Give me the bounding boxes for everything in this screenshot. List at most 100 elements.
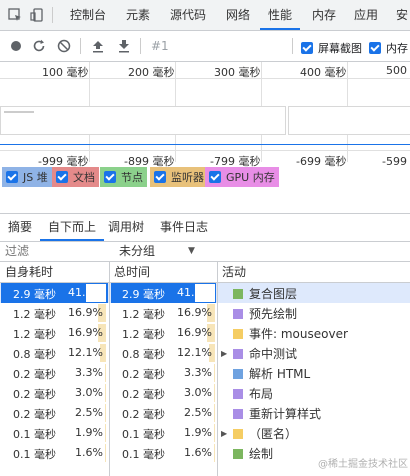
self-percent-text: 3.3%	[75, 366, 103, 379]
legend-nodes[interactable]: 节点	[100, 167, 147, 187]
total-percent: 41.9%	[167, 284, 215, 302]
tab-call-tree[interactable]: 调用树	[100, 214, 152, 241]
tab-bottom-up[interactable]: 自下而上	[40, 214, 105, 241]
total-percent-bar	[214, 444, 215, 462]
category-color-swatch	[233, 428, 243, 439]
total-percent: 16.9%	[167, 304, 215, 322]
total-percent: 12.1%	[167, 344, 215, 362]
clear-icon[interactable]	[56, 38, 72, 54]
self-percent: 1.6%	[58, 444, 106, 462]
tab-elements[interactable]: 元素	[118, 0, 158, 30]
self-percent: 3.3%	[58, 364, 106, 382]
filter-input[interactable]	[2, 242, 114, 259]
reload-icon[interactable]	[31, 38, 47, 54]
total-percent-text: 16.9%	[177, 326, 212, 339]
self-percent: 2.5%	[58, 404, 106, 422]
table-row[interactable]: 0.8 毫秒 12.1% 0.8 毫秒 12.1% ▶ 命中测试	[0, 343, 410, 363]
self-time-value: 0.1 毫秒	[13, 448, 56, 461]
inspect-element-icon[interactable]	[6, 6, 24, 24]
legend-label: 文档	[73, 171, 95, 184]
ruler-divider	[0, 78, 410, 79]
self-percent-bar	[104, 364, 106, 382]
legend-gpu-memory[interactable]: GPU 内存	[205, 167, 279, 187]
total-percent-text: 12.1%	[177, 346, 212, 359]
table-row[interactable]: 0.2 毫秒 3.3% 0.2 毫秒 3.3% 解析 HTML	[0, 363, 410, 383]
tab-network[interactable]: 网络	[218, 0, 258, 30]
total-time-value: 0.8 毫秒	[122, 348, 165, 361]
legend-label: 节点	[121, 171, 143, 184]
legend-documents[interactable]: 文档	[52, 167, 99, 187]
expand-arrow-icon[interactable]: ▶	[221, 349, 233, 358]
self-percent-text: 16.9%	[68, 326, 103, 339]
table-row[interactable]: 0.2 毫秒 3.0% 0.2 毫秒 3.0% 布局	[0, 383, 410, 403]
activity-label: （匿名）	[249, 427, 298, 441]
tab-memory[interactable]: 内存	[304, 0, 344, 30]
details-tab-bar: 摘要 自下而上 调用树 事件日志	[0, 213, 410, 242]
activity-label: 事件: mouseover	[249, 327, 348, 341]
ruler-divider	[0, 150, 410, 151]
profile-selector[interactable]: #1	[151, 39, 169, 53]
device-toolbar-icon[interactable]	[28, 6, 46, 24]
total-percent: 1.6%	[167, 444, 215, 462]
total-time-value: 0.1 毫秒	[122, 448, 165, 461]
devtools-tab-bar: 控制台 元素 源代码 网络 性能 内存 应用 安	[0, 0, 410, 31]
total-time-value: 0.2 毫秒	[122, 408, 165, 421]
activity-label: 绘制	[249, 447, 274, 461]
total-percent-text: 1.9%	[184, 426, 212, 439]
dropdown-arrow-icon: ▼	[188, 246, 195, 256]
checkbox-checked-icon	[104, 171, 116, 183]
table-row[interactable]: 2.9 毫秒 41.7% 2.9 毫秒 41.9% 复合图层	[0, 283, 410, 303]
self-percent-text: 2.5%	[75, 406, 103, 419]
memory-checkbox[interactable]: 内存	[369, 40, 408, 56]
activity-cell: 布局	[221, 385, 273, 402]
column-header-activity[interactable]: 活动	[217, 262, 402, 282]
toolbar-divider	[292, 38, 293, 54]
table-row[interactable]: 1.2 毫秒 16.9% 1.2 毫秒 16.9% 事件: mouseover	[0, 323, 410, 343]
category-color-swatch	[233, 448, 243, 459]
table-row[interactable]: 0.2 毫秒 2.5% 0.2 毫秒 2.5% 重新计算样式	[0, 403, 410, 423]
activity-cell: 预先绘制	[221, 305, 297, 322]
legend-js-heap[interactable]: JS 堆	[2, 167, 52, 187]
activity-label: 命中测试	[249, 347, 298, 361]
activity-cell: 复合图层	[221, 285, 297, 302]
tab-performance[interactable]: 性能	[260, 0, 301, 30]
upload-icon[interactable]	[90, 38, 106, 54]
activity-cell: 事件: mouseover	[221, 325, 348, 342]
column-header-total-time[interactable]: 总时间	[109, 262, 218, 282]
legend-listeners[interactable]: 监听器	[150, 167, 208, 187]
column-divider	[109, 262, 110, 476]
total-percent-bar	[213, 404, 215, 422]
activity-cell: 解析 HTML	[221, 365, 310, 382]
timeline-overview[interactable]: 100 毫秒 200 毫秒 300 毫秒 400 毫秒 500 -999 毫秒 …	[0, 62, 410, 168]
activity-label: 布局	[249, 387, 274, 401]
tab-event-log[interactable]: 事件日志	[152, 214, 216, 241]
total-percent-bar	[213, 384, 215, 402]
checkbox-checked-icon	[154, 171, 166, 183]
self-time-value: 0.2 毫秒	[13, 408, 56, 421]
tab-console[interactable]: 控制台	[62, 0, 114, 30]
total-time-value: 0.1 毫秒	[122, 428, 165, 441]
tab-security[interactable]: 安	[388, 0, 410, 30]
screenshots-checkbox[interactable]: 屏幕截图	[301, 40, 362, 56]
grouping-select[interactable]: 未分组 ▼	[114, 241, 209, 261]
total-time-value: 2.9 毫秒	[122, 288, 165, 301]
ruler-tick-label: 500	[386, 64, 407, 77]
tab-sources[interactable]: 源代码	[162, 0, 214, 30]
self-percent-bar	[104, 384, 106, 402]
self-percent: 1.9%	[58, 424, 106, 442]
table-row[interactable]: 1.2 毫秒 16.9% 1.2 毫秒 16.9% 预先绘制	[0, 303, 410, 323]
record-button[interactable]	[8, 38, 24, 54]
ruler-tick-label: -599 毫	[382, 155, 410, 168]
expand-arrow-icon[interactable]: ▶	[221, 429, 233, 438]
table-row[interactable]: 0.1 毫秒 1.9% 0.1 毫秒 1.9% ▶ （匿名）	[0, 423, 410, 443]
column-header-self-time[interactable]: 自身耗时	[0, 262, 109, 282]
total-time-value: 1.2 毫秒	[122, 308, 165, 321]
activity-cell: 重新计算样式	[221, 405, 321, 422]
tab-summary[interactable]: 摘要	[0, 214, 40, 241]
activity-cell: ▶ （匿名）	[221, 425, 297, 442]
total-percent: 16.9%	[167, 324, 215, 342]
download-icon[interactable]	[116, 38, 132, 54]
checkbox-checked-icon	[301, 42, 313, 54]
total-percent: 3.3%	[167, 364, 215, 382]
tab-application[interactable]: 应用	[346, 0, 386, 30]
